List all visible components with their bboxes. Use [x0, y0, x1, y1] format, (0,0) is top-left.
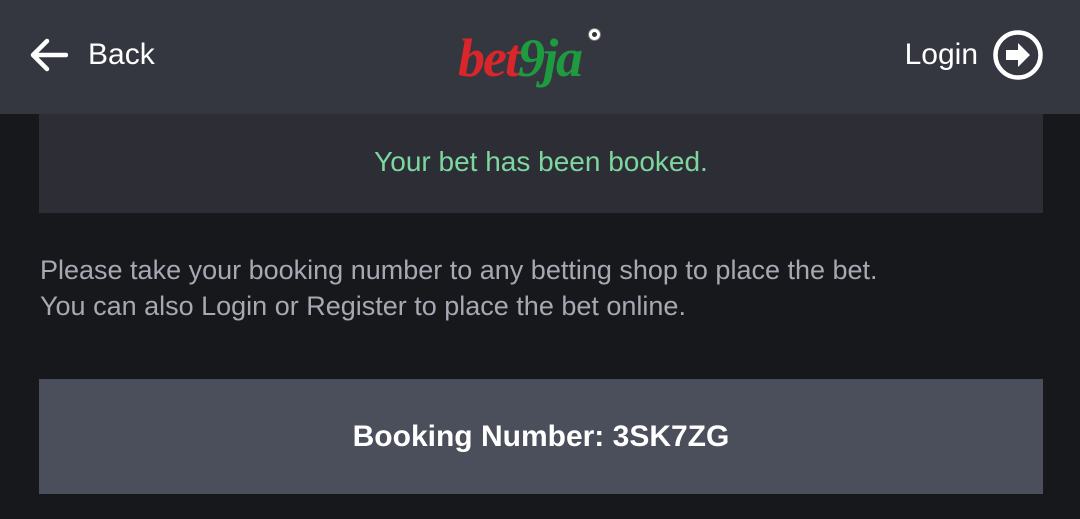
- instruction-line-2: You can also Login or Register to place …: [40, 291, 686, 321]
- arrow-left-icon: [30, 38, 68, 72]
- booking-instructions: Please take your booking number to any b…: [40, 252, 1050, 324]
- logo-text-bet: bet: [458, 28, 520, 88]
- instruction-line-1: Please take your booking number to any b…: [40, 255, 878, 285]
- login-label: Login: [904, 38, 978, 71]
- login-button[interactable]: Login: [905, 28, 1044, 82]
- success-message: Your bet has been booked.: [374, 145, 708, 177]
- back-label: Back: [88, 38, 155, 71]
- bet9ja-logo: bet9ja: [458, 28, 628, 88]
- booking-number: Booking Number: 3SK7ZG: [352, 419, 730, 453]
- football-icon: [588, 28, 601, 41]
- success-banner: Your bet has been booked.: [39, 114, 1043, 213]
- logo-text-9ja: 9ja: [517, 28, 583, 88]
- back-button[interactable]: Back: [30, 30, 155, 80]
- booking-number-box: Booking Number: 3SK7ZG: [39, 379, 1043, 494]
- top-bar: Back bet9ja Login: [0, 0, 1080, 114]
- circle-arrow-right-icon: [993, 30, 1043, 80]
